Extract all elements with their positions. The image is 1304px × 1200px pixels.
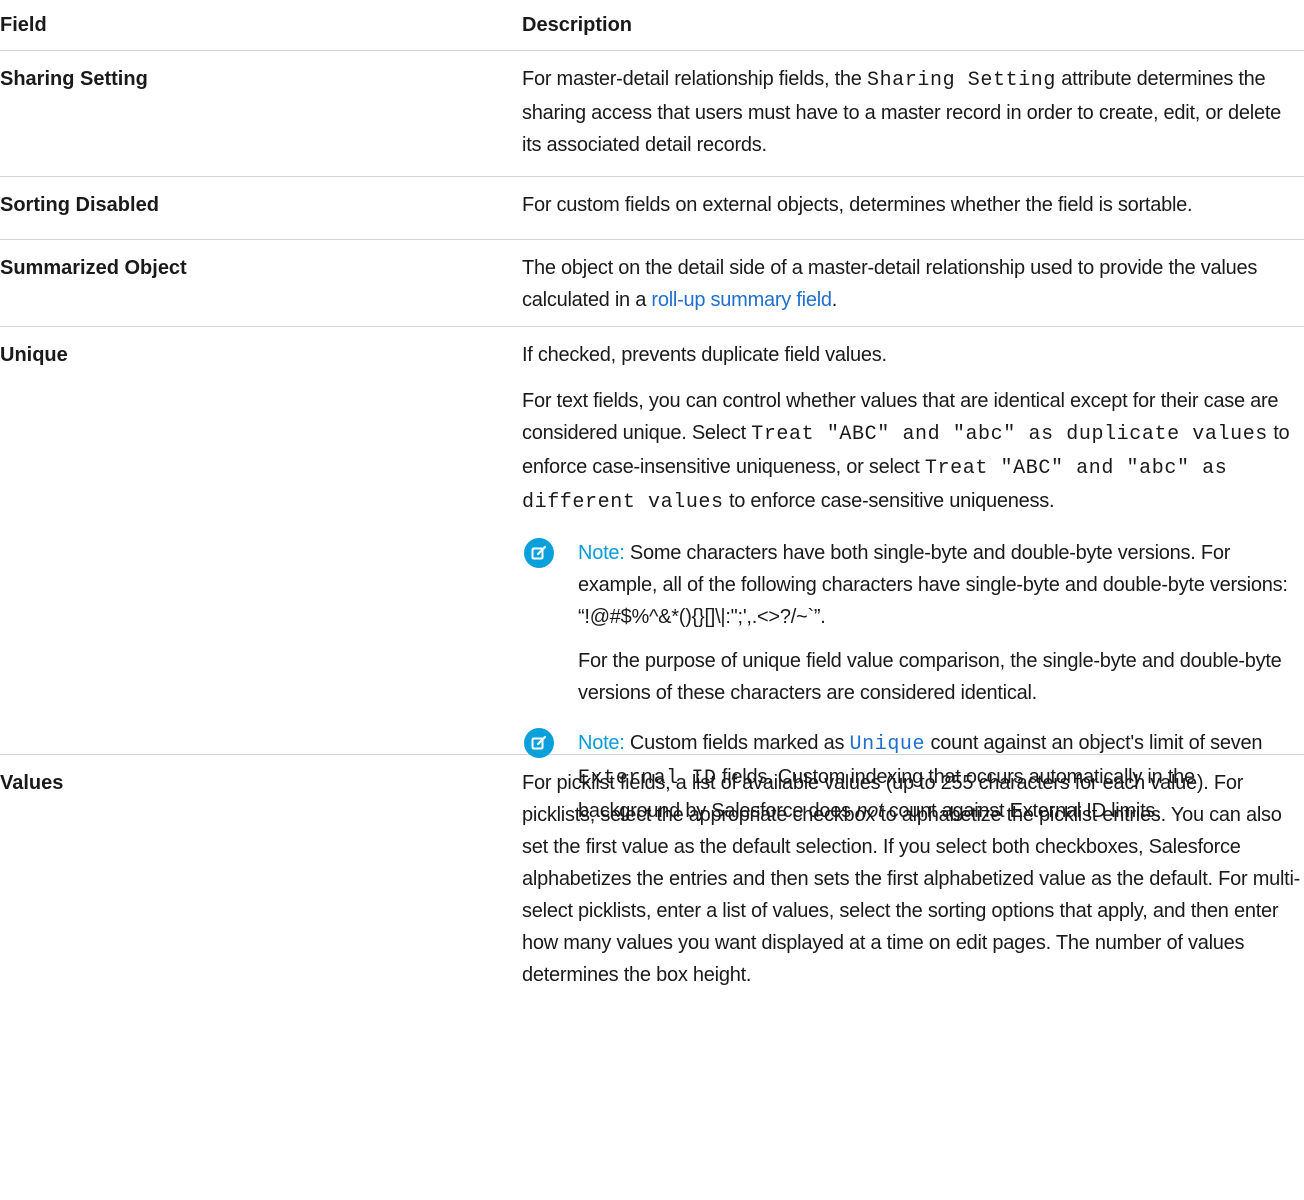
note-label: Note: xyxy=(578,732,625,754)
note-text: count against External ID limits. xyxy=(883,800,1161,822)
unique-link[interactable]: Unique xyxy=(850,733,926,756)
note-text: count against an object's limit of seven xyxy=(925,732,1263,754)
field-name: Values xyxy=(0,772,64,794)
table-row: Sharing Setting For master-detail relati… xyxy=(0,51,1304,177)
note-text: Custom fields marked as xyxy=(629,732,850,754)
table-row: Summarized Object The object on the deta… xyxy=(0,240,1304,327)
desc-text: For master-detail relationship fields, t… xyxy=(522,68,867,90)
table-row: Unique If checked, prevents duplicate fi… xyxy=(0,327,1304,822)
note-callout: Note: Custom fields marked as Unique cou… xyxy=(522,727,1302,827)
note-text: Some characters have both single-byte an… xyxy=(578,542,1288,628)
field-name: Sorting Disabled xyxy=(0,194,159,216)
emphasis-text: not xyxy=(856,800,884,822)
field-name: Unique xyxy=(0,344,68,366)
table-header: Field Description xyxy=(0,0,1304,51)
field-name: Sharing Setting xyxy=(0,68,148,90)
edit-note-icon xyxy=(524,728,554,758)
desc-text: to enforce case-sensitive uniqueness. xyxy=(723,490,1055,512)
field-description: If checked, prevents duplicate field val… xyxy=(522,327,1304,822)
header-field: Field xyxy=(0,13,47,36)
desc-text: If checked, prevents duplicate field val… xyxy=(522,344,887,366)
edit-note-icon xyxy=(524,538,554,568)
roll-up-summary-field-link[interactable]: roll-up summary field xyxy=(651,289,832,311)
desc-text: . xyxy=(831,289,838,311)
note-callout: Note: Some characters have both single-b… xyxy=(522,537,1302,709)
table-row: Sorting Disabled For custom fields on ex… xyxy=(0,177,1304,240)
desc-text: The object on the detail side of a maste… xyxy=(522,257,1258,311)
note-text: For the purpose of unique field value co… xyxy=(578,650,1282,704)
header-description: Description xyxy=(522,13,633,36)
field-name: Summarized Object xyxy=(0,257,187,279)
code-text: Treat "ABC" and "abc" as duplicate value… xyxy=(751,423,1268,446)
desc-text: For custom fields on external objects, d… xyxy=(522,194,1193,216)
field-description-table: Field Description Sharing Setting For ma… xyxy=(0,0,1304,995)
note-label: Note: xyxy=(578,542,625,564)
field-description: The object on the detail side of a maste… xyxy=(522,240,1304,326)
field-description: For custom fields on external objects, d… xyxy=(522,177,1304,239)
code-text: External ID xyxy=(578,767,717,790)
field-description: For master-detail relationship fields, t… xyxy=(522,51,1304,176)
code-text: Sharing Setting xyxy=(866,69,1056,92)
